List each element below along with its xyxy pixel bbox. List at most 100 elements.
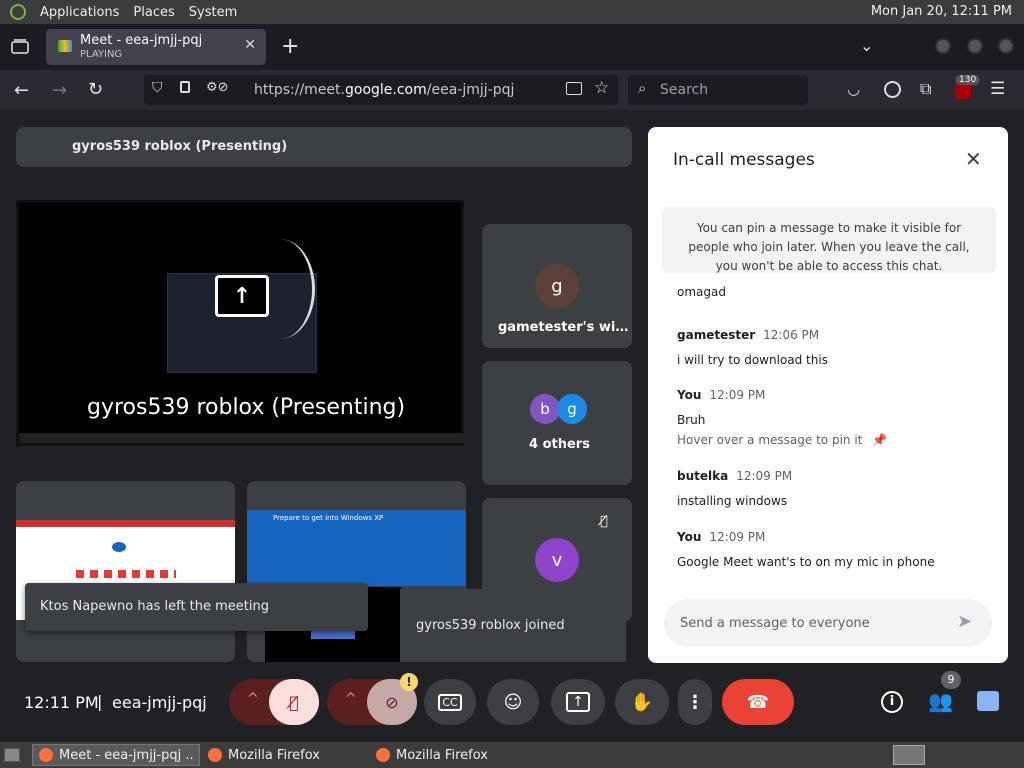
system-top-bar: Applications Places System Mon Jan 20, 1… [0,0,1024,24]
browser-nav-bar: ← → ↻ ⛉ ⚙⊘ https://meet.google.com/eea-j… [0,70,1024,110]
taskbar-item-firefox-1[interactable]: Mozilla Firefox [202,744,367,766]
firefox-icon [39,748,53,762]
screen-share-tile-1[interactable] [16,481,235,662]
tab-overview-icon[interactable] [10,38,30,56]
taskbar-item-meet[interactable]: Meet - eea-jmjj-pqj ... [32,744,200,766]
avatar-others-g-initial: g [567,400,577,418]
meet-favicon-icon [58,40,72,52]
xp-setup-text: Prepare to get into Windows XP [273,514,384,522]
distro-logo-icon[interactable] [10,4,26,20]
preview-tiles [76,570,176,578]
taskbar: Meet - eea-jmjj-pqj ... Mozilla Firefox … [0,742,1024,768]
permissions-icon[interactable]: ⚙⊘ [206,80,229,95]
search-placeholder: Search [660,82,709,98]
chat-message-1[interactable]: gametester 12:06 PM i will try to downloa… [677,324,828,367]
search-bar[interactable]: ⌕ Search [628,75,808,105]
presentation-label: gyros539 roblox (Presenting) [87,395,406,420]
tab-meet[interactable]: Meet - eea-jmjj-pqj PLAYING ✕ [46,29,266,65]
avatar-others-g: g [557,394,587,424]
send-icon[interactable]: ➤ [957,611,972,632]
toast-joined-text: gyros539 roblox joined [416,618,565,633]
people-count-badge: 9 [941,671,961,689]
menu-applications[interactable]: Applications [40,5,119,20]
search-icon: ⌕ [638,79,647,97]
avatar-v: v [535,538,579,582]
taskbar-item-firefox-2[interactable]: Mozilla Firefox [370,744,535,766]
people-icon[interactable]: 👥 [928,689,953,713]
reader-view-icon[interactable] [566,82,582,95]
presenting-banner[interactable]: gyros539 roblox (Presenting) [16,127,632,167]
captions-icon: CC [438,693,462,711]
tab-list-chevron-icon[interactable]: ⌄ [860,36,873,55]
chat-message-3-text: installing windows [677,494,788,508]
present-button[interactable]: ↑ [551,679,605,725]
camera-options-chevron-icon[interactable]: ^ [345,691,357,707]
shield-icon[interactable]: ⛉ [152,80,163,96]
presentation-tile[interactable]: ↑ gyros539 roblox (Presenting) [16,200,464,446]
pin-icon[interactable]: 📌 [872,433,887,447]
avatar-v-initial: v [551,549,563,571]
window-close-icon[interactable] [998,38,1014,54]
system-clock[interactable]: Mon Jan 20, 12:11 PM [871,4,1012,19]
mic-control-group: ^ 🎙̸ [229,679,319,725]
chat-close-icon[interactable]: ✕ [965,147,982,171]
account-icon[interactable] [884,81,901,98]
more-options-button[interactable]: ⋮ [678,679,712,725]
chat-message-1-time: 12:06 PM [763,328,820,342]
forward-arrow-icon[interactable]: → [52,80,67,101]
meeting-info-icon[interactable]: i [881,691,903,713]
end-call-button[interactable]: ☎ [722,679,794,725]
mic-options-chevron-icon[interactable]: ^ [247,691,259,707]
firefox-icon [208,748,222,762]
extensions-icon[interactable]: ⧉ [920,79,931,99]
hamburger-menu-icon[interactable]: ☰ [990,79,1005,99]
url-bar[interactable]: ⛉ ⚙⊘ https://meet.google.com/eea-jmjj-pq… [144,75,618,105]
url-domain: google.com [345,82,427,98]
preview-tab-strip [16,520,235,527]
present-icon: ↑ [566,692,590,712]
chat-input-box[interactable]: Send a message to everyone ➤ [664,599,992,647]
lock-icon[interactable] [180,81,190,93]
camera-off-icon: ⊘ [385,692,399,712]
hang-up-icon: ☎ [746,691,770,713]
menu-places[interactable]: Places [133,5,174,20]
chat-message-1-text: i will try to download this [677,353,828,367]
chat-icon[interactable] [977,691,999,711]
chat-message-4-time: 12:09 PM [709,530,766,544]
show-desktop-icon[interactable] [4,748,20,762]
workspace-switcher-icon[interactable] [893,745,925,765]
toast-participant-left: Ktos Napewno has left the meeting [25,583,368,631]
chat-message-4-sender: You [677,530,702,544]
mic-off-icon: 🎙̸ [289,692,299,712]
meeting-time: 12:11 PM [24,693,99,712]
window-minimize-icon[interactable] [935,38,951,54]
new-tab-icon[interactable]: + [281,34,299,59]
chat-message-3[interactable]: butelka 12:09 PM installing windows [677,465,792,508]
participant-tile-gametester[interactable]: g gametester's wi… [482,224,632,348]
raise-hand-button[interactable]: ✋ [615,679,669,725]
participant-tile-others[interactable]: b g 4 others [482,361,632,485]
taskbar-item-firefox-2-label: Mozilla Firefox [396,747,488,763]
extension-badge-count: 130 [956,75,980,85]
url-text[interactable]: https://meet.google.com/eea-jmjj-pqj [254,82,514,98]
tab-close-icon[interactable]: ✕ [244,37,256,53]
emoji-icon: ☺ [503,691,523,713]
emoji-button[interactable]: ☺ [487,679,539,725]
captions-button[interactable]: CC [424,679,476,725]
window-maximize-icon[interactable] [967,38,983,54]
pin-info-text: You can pin a message to make it visible… [688,221,970,273]
pocket-icon[interactable]: ◡ [847,80,860,98]
bookmark-star-icon[interactable]: ☆ [594,78,609,98]
back-arrow-icon[interactable]: ← [14,80,29,101]
meeting-code: eea-jmjj-pqj [112,693,207,712]
menu-system[interactable]: System [189,5,237,20]
mic-toggle-button[interactable]: 🎙̸ [269,679,319,725]
chat-message-4-text: Google Meet want's to on my mic in phone [677,555,935,569]
hand-icon: ✋ [630,691,654,713]
taskbar-item-meet-label: Meet - eea-jmjj-pqj ... [59,747,193,763]
reload-icon[interactable]: ↻ [88,79,103,100]
mic-off-icon: 🎙̸ [600,514,608,529]
tab-title: Meet - eea-jmjj-pqj [80,33,203,48]
chat-message-2[interactable]: You 12:09 PM Bruh Hover over a message to… [677,384,887,447]
chat-message-4[interactable]: You 12:09 PM Google Meet want's to on my … [677,526,935,569]
